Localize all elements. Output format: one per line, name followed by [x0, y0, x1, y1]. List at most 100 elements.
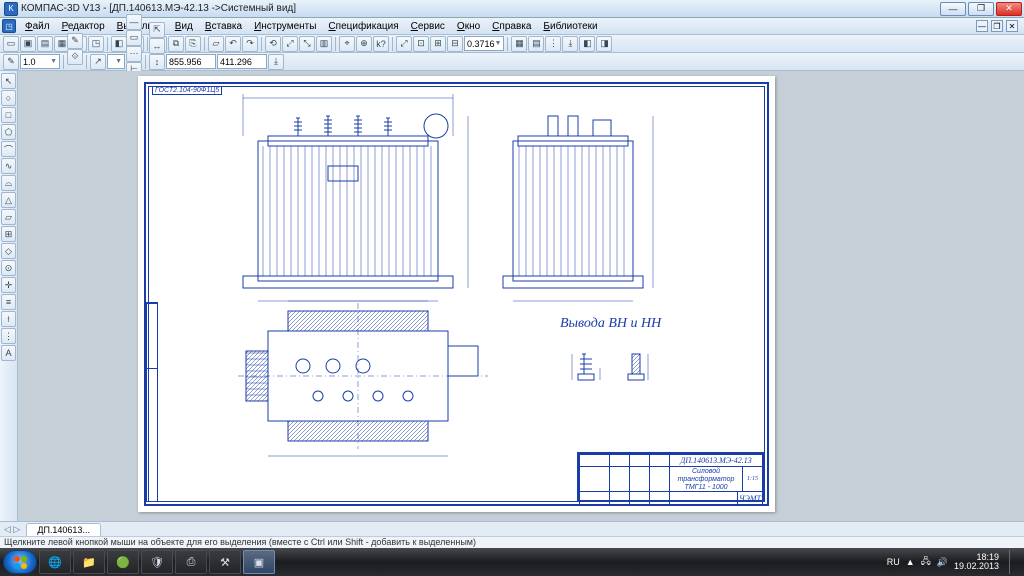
left-tool-button[interactable]: ▱ [1, 209, 16, 225]
menu-help[interactable]: Справка [486, 21, 537, 32]
show-desktop-button[interactable] [1009, 550, 1017, 574]
tool-button[interactable]: ⎘ [185, 36, 201, 52]
tool-button[interactable]: ⊕ [356, 36, 372, 52]
doc-tab[interactable]: ДП.140613... [26, 523, 101, 536]
task-game[interactable]: 🛡 [141, 550, 173, 574]
window-controls: — ❐ ✕ [940, 2, 1024, 16]
menu-tools[interactable]: Инструменты [248, 21, 322, 32]
tool-button[interactable]: ▭ [3, 36, 19, 52]
tool-button[interactable]: ↔ [149, 38, 165, 54]
windows-taskbar: 🌐 📁 🟢 🛡 ⎙ ⚒ ▣ RU ▲ 🖧 🔊 18:1919.02.2013 [0, 548, 1024, 576]
left-tool-button[interactable]: □ [1, 107, 16, 123]
tool-button[interactable]: ⤓ [562, 36, 578, 52]
tool-button[interactable]: ▣ [20, 36, 36, 52]
left-tool-button[interactable]: ⊞ [1, 226, 16, 242]
menu-service[interactable]: Сервис [405, 21, 451, 32]
maximize-button[interactable]: ❐ [968, 2, 994, 16]
doc-icon: ◳ [2, 19, 16, 33]
tray-lang[interactable]: RU [887, 557, 900, 567]
tool-button[interactable]: ◧ [111, 36, 127, 52]
coord-y-field[interactable]: 411.296 [217, 54, 267, 69]
tool-button[interactable]: ⊞ [430, 36, 446, 52]
tool-button[interactable]: ↶ [225, 36, 241, 52]
zoom-combo[interactable]: 0.3716▼ [464, 36, 504, 51]
left-tool-button[interactable]: ✛ [1, 277, 16, 293]
left-tool-button[interactable]: ⌓ [1, 175, 16, 191]
main-area: ↖○□⬠⌒∿⌓△▱⊞◇⊙✛≡⟊⋮A ГОСТ2.104-90Ф1Ц5 [0, 71, 1024, 521]
style-icon[interactable]: ↗ [90, 54, 106, 70]
task-printer[interactable]: ⎙ [175, 550, 207, 574]
coord-x-field[interactable]: 855.956 [166, 54, 216, 69]
doc-close-button[interactable]: ✕ [1006, 20, 1018, 32]
left-tool-button[interactable]: △ [1, 192, 16, 208]
tool-button[interactable]: ⌖ [339, 36, 355, 52]
menu-window[interactable]: Окно [451, 21, 486, 32]
tool-button[interactable]: ⤡ [299, 36, 315, 52]
tool-button[interactable]: ⊟ [447, 36, 463, 52]
tool-button[interactable]: ⊡ [413, 36, 429, 52]
menu-file[interactable]: Файл [19, 21, 56, 32]
tray-network-icon[interactable]: 🖧 [921, 554, 931, 570]
coord-lock-icon[interactable]: ⤓ [268, 54, 284, 70]
close-button[interactable]: ✕ [996, 2, 1022, 16]
menu-spec[interactable]: Спецификация [322, 21, 404, 32]
tool-button[interactable]: ↷ [242, 36, 258, 52]
tray-sound-icon[interactable]: 🔊 [937, 557, 948, 568]
tool-button[interactable]: ◳ [88, 36, 104, 52]
left-tool-button[interactable]: ↖ [1, 73, 16, 89]
tray-flag-icon[interactable]: ▲ [906, 557, 915, 567]
minimize-button[interactable]: — [940, 2, 966, 16]
menu-libs[interactable]: Библиотеки [537, 21, 603, 32]
task-utorrent[interactable]: 🟢 [107, 550, 139, 574]
tool-button[interactable]: ⇱ [149, 22, 165, 38]
tool-button[interactable]: ↕ [149, 54, 165, 70]
left-tool-button[interactable]: ∿ [1, 158, 16, 174]
lineweight-icon: ✎ [3, 54, 19, 70]
left-toolbox: ↖○□⬠⌒∿⌓△▱⊞◇⊙✛≡⟊⋮A [0, 71, 18, 521]
canvas[interactable]: ГОСТ2.104-90Ф1Ц5 [18, 71, 1024, 521]
property-toolbar: ✎ 1.0▼ ✎⟐⇆ ↗ ▼ —▭⋯⊢⟊⊥ ⇱↔↕◲⦿ 855.956 411.… [0, 53, 1024, 71]
task-chrome[interactable]: 🌐 [39, 550, 71, 574]
doc-maximize-button[interactable]: ❐ [991, 20, 1003, 32]
tool-button[interactable]: ⟐ [67, 49, 83, 65]
tool-button[interactable]: ⋮ [545, 36, 561, 52]
tool-button[interactable]: ◧ [579, 36, 595, 52]
left-tool-button[interactable]: ⌒ [1, 141, 16, 157]
left-tool-button[interactable]: ⬠ [1, 124, 16, 140]
tool-button[interactable]: ▱ [208, 36, 224, 52]
tool-button[interactable]: ⤢ [396, 36, 412, 52]
left-tool-button[interactable]: A [1, 345, 16, 361]
tool-button[interactable]: ▤ [528, 36, 544, 52]
task-kompas[interactable]: ▣ [243, 550, 275, 574]
tool-button[interactable]: ⤢ [282, 36, 298, 52]
tool-button[interactable]: ⧉ [168, 36, 184, 52]
tool-button[interactable]: — [126, 14, 142, 30]
lineweight-combo[interactable]: 1.0▼ [20, 54, 60, 69]
tray-clock[interactable]: 18:1919.02.2013 [954, 553, 999, 572]
tool-button[interactable]: ⟲ [265, 36, 281, 52]
tool-button[interactable]: ▭ [126, 30, 142, 46]
document-tabs: ◁ ▷ ДП.140613... [0, 521, 1024, 536]
tool-button[interactable]: ⋯ [126, 46, 142, 62]
window-titlebar: K КОМПАС-3D V13 - [ДП.140613.МЭ-42.13 ->… [0, 0, 1024, 18]
left-tool-button[interactable]: ⟊ [1, 311, 16, 327]
doc-minimize-button[interactable]: — [976, 20, 988, 32]
tool-button[interactable]: ◨ [596, 36, 612, 52]
left-tool-button[interactable]: ◇ [1, 243, 16, 259]
start-button[interactable] [3, 550, 37, 574]
task-settings[interactable]: ⚒ [209, 550, 241, 574]
menu-view[interactable]: Вид [169, 21, 199, 32]
tool-button[interactable]: k? [373, 36, 389, 52]
left-tool-button[interactable]: ⊙ [1, 260, 16, 276]
task-explorer[interactable]: 📁 [73, 550, 105, 574]
menu-insert[interactable]: Вставка [199, 21, 248, 32]
style-combo[interactable]: ▼ [107, 54, 125, 69]
tool-button[interactable]: ▤ [37, 36, 53, 52]
tool-button[interactable]: ▥ [316, 36, 332, 52]
tool-button[interactable]: ▦ [511, 36, 527, 52]
left-tool-button[interactable]: ○ [1, 90, 16, 106]
left-tool-button[interactable]: ⋮ [1, 328, 16, 344]
menu-editor[interactable]: Редактор [56, 21, 111, 32]
left-tool-button[interactable]: ≡ [1, 294, 16, 310]
tool-button[interactable]: ✎ [67, 33, 83, 49]
